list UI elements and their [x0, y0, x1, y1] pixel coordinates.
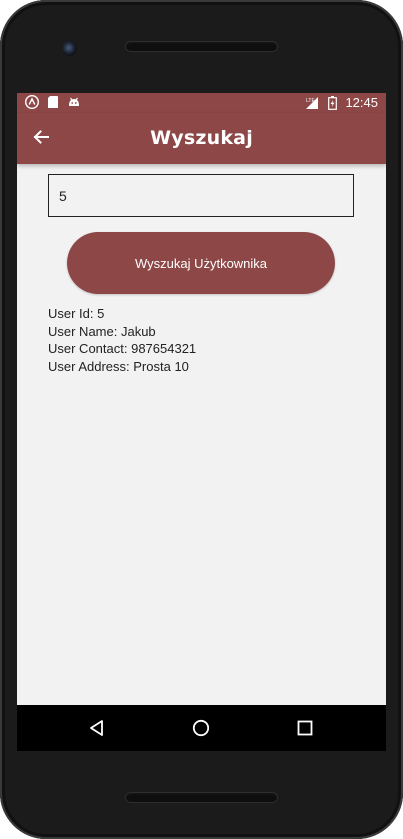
- search-user-button[interactable]: Wyszukaj Użytkownika: [67, 232, 335, 294]
- nav-home-button[interactable]: [190, 717, 212, 739]
- front-camera: [62, 41, 77, 56]
- status-left-icons: [25, 95, 81, 109]
- screen: LTE 12:45 Wyszukaj 5 Wyszukaj Użytkownik…: [17, 93, 386, 741]
- app-icon: [25, 95, 39, 109]
- user-contact-text: User Contact: 987654321: [48, 341, 197, 356]
- back-triangle-icon: [90, 720, 103, 736]
- status-right-icons: LTE 12:45: [305, 95, 378, 110]
- user-id-text: User Id: 5: [48, 306, 105, 321]
- home-circle-icon: [192, 719, 210, 737]
- recent-square-icon: [297, 720, 313, 736]
- navigation-bar: [17, 705, 386, 751]
- sd-card-icon: [46, 95, 60, 109]
- android-icon: [67, 95, 81, 109]
- status-time: 12:45: [345, 95, 378, 110]
- earpiece-speaker: [125, 41, 278, 52]
- battery-icon: [325, 95, 339, 110]
- status-bar: LTE 12:45: [17, 93, 386, 113]
- svg-text:LTE: LTE: [306, 98, 315, 104]
- lte-signal-icon: LTE: [305, 96, 319, 110]
- phone-frame: LTE 12:45 Wyszukaj 5 Wyszukaj Użytkownik…: [0, 0, 403, 839]
- search-input[interactable]: [48, 174, 354, 217]
- search-results: User Id: 5 User Name: Jakub User Contact…: [48, 305, 196, 375]
- page-title: Wyszukaj: [150, 127, 253, 149]
- user-name-text: User Name: Jakub: [48, 323, 156, 339]
- bottom-speaker: [125, 792, 278, 803]
- nav-recent-apps-button[interactable]: [294, 717, 316, 739]
- nav-back-button[interactable]: [86, 717, 108, 739]
- app-bar: Wyszukaj: [17, 113, 386, 164]
- user-address-text: User Address: Prosta 10: [48, 358, 189, 374]
